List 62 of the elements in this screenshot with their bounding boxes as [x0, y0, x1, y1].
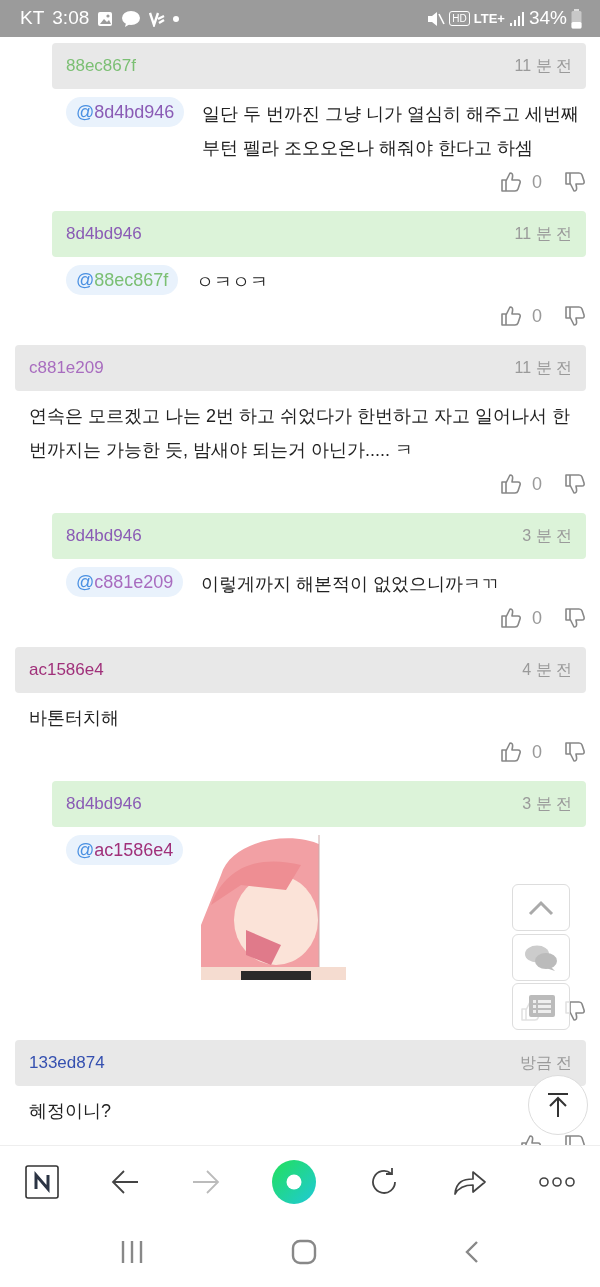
system-home-button[interactable] [291, 1239, 317, 1265]
gallery-icon [97, 10, 114, 27]
mention-tag[interactable]: @8d4bd946 [66, 97, 185, 127]
mute-icon [427, 10, 446, 27]
assistant-button[interactable] [272, 1159, 316, 1204]
comment-time: 3 분 전 [522, 794, 572, 814]
system-back-button[interactable] [464, 1240, 480, 1264]
comment-text: 연속은 모르겠고 나는 2번 하고 쉬었다가 한번하고 자고 일어나서 한번까지는 가능한 듯, 밤새야 되는거 아닌가..... ㅋ [29, 405, 572, 462]
comment-text: 이렇게까지 해본적이 없었으니까ㅋㄲ [201, 573, 500, 596]
mention-tag[interactable]: @ac1586e4 [66, 835, 184, 865]
arrow-up-icon [546, 1092, 570, 1118]
back-button[interactable] [111, 1168, 140, 1195]
author-name: 8d4bd946 [66, 793, 142, 816]
like-count: 0 [532, 606, 542, 630]
mention-tag[interactable]: @c881e209 [66, 567, 184, 597]
comment-text: 일단 두 번까진 그냥 니가 열심히 해주고 세번째 부턴 펠라 조오오온나 해줘야 한다고 하셈 [202, 103, 581, 160]
chat-bubbles-icon [524, 943, 558, 972]
chevron-up-icon [528, 900, 554, 917]
comment-text: ㅇㅋㅇㅋ [196, 271, 269, 294]
mention-tag[interactable]: @88ec867f [66, 265, 179, 295]
author-name: 8d4bd946 [66, 223, 142, 246]
comment-time: 11 분 전 [514, 358, 572, 378]
like-count: 0 [532, 170, 542, 194]
n-box-icon [25, 1164, 59, 1199]
hd-voice-badge: HD [449, 11, 470, 26]
like-count: 0 [532, 740, 542, 764]
author-name: ac1586e4 [29, 659, 104, 682]
more-icon [538, 1175, 575, 1188]
chevron-left-icon [464, 1240, 480, 1264]
scroll-up-button[interactable] [512, 884, 570, 931]
author-name: c881e209 [29, 357, 104, 380]
comment-text: 바톤터치해 [29, 707, 119, 730]
signal-icon [508, 10, 525, 27]
like-count: 0 [532, 304, 542, 328]
arrow-left-icon [111, 1168, 140, 1195]
chat-bubble-icon [121, 9, 142, 28]
dot-icon [173, 15, 180, 22]
clock-time: 3:08 [52, 6, 90, 31]
arrow-right-icon [191, 1168, 220, 1195]
home-button[interactable] [25, 1164, 59, 1199]
comment-time: 방금 전 [519, 1053, 572, 1073]
list-button[interactable] [512, 983, 570, 1030]
author-name: 88ec867f [66, 55, 136, 78]
carrier-name: KT [20, 6, 45, 31]
comment-time: 3 분 전 [522, 526, 572, 546]
home-icon [291, 1239, 317, 1265]
network-type: LTE+ [473, 9, 505, 28]
v-logo-icon [149, 10, 166, 27]
comment-time: 4 분 전 [522, 660, 572, 680]
comments-button[interactable] [512, 934, 570, 981]
battery-percent: 34% [528, 6, 567, 31]
recents-button[interactable] [120, 1240, 144, 1264]
battery-icon [571, 8, 582, 29]
author-name: 133ed874 [29, 1052, 105, 1075]
like-count: 0 [532, 472, 542, 496]
ring-icon [272, 1159, 316, 1204]
recents-icon [120, 1240, 144, 1264]
author-name: 8d4bd946 [66, 525, 142, 548]
comment-time: 11 분 전 [514, 56, 572, 76]
comment-time: 11 분 전 [514, 224, 572, 244]
comment-text: 혜정이니? [29, 1100, 111, 1123]
more-button[interactable] [538, 1175, 575, 1188]
